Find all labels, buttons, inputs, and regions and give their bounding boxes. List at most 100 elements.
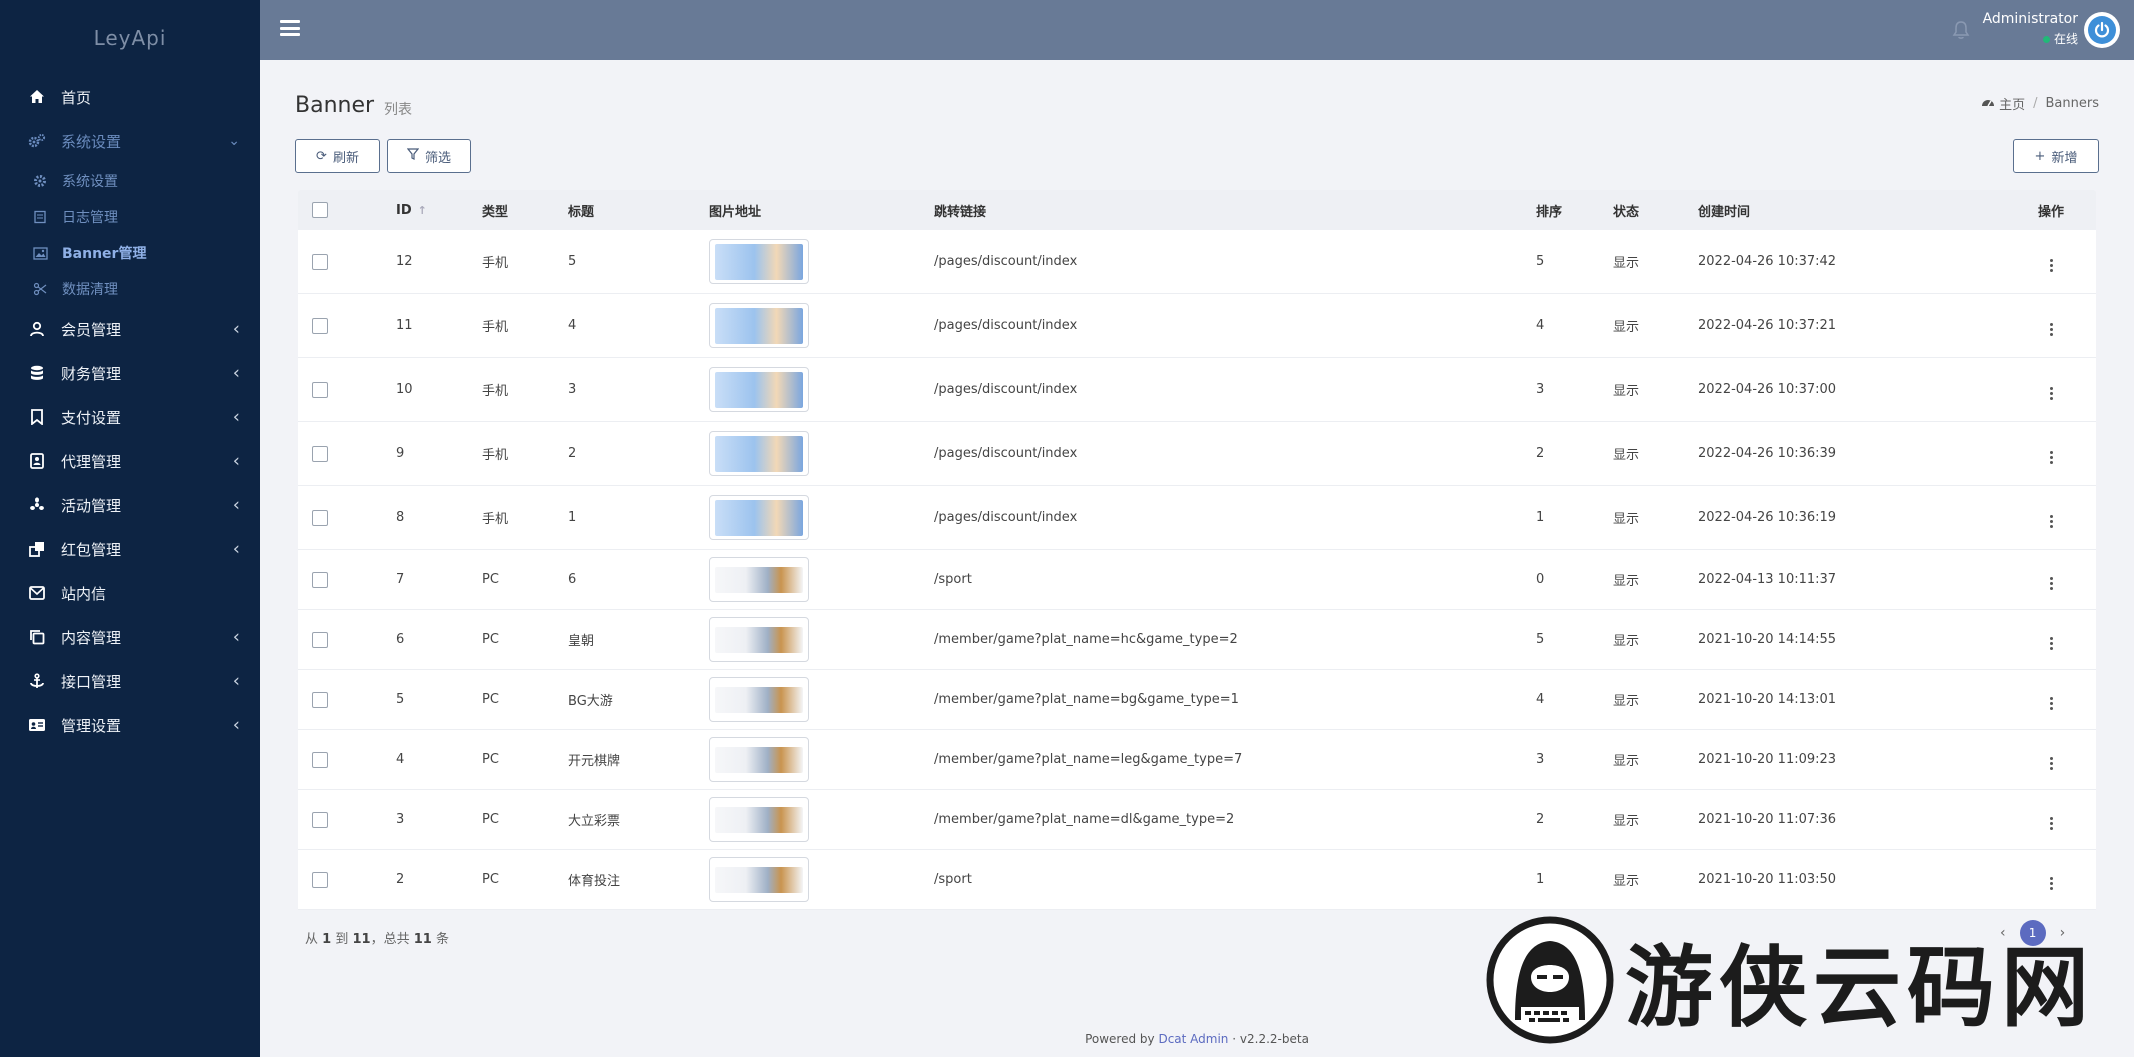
sidebar-item-label: 首页 bbox=[61, 88, 92, 107]
sort-arrow-icon[interactable]: ↑ bbox=[418, 204, 427, 217]
row-checkbox[interactable] bbox=[312, 691, 328, 708]
more-actions-icon[interactable] bbox=[2049, 323, 2053, 336]
refresh-button[interactable]: ⟳ 刷新 bbox=[295, 139, 380, 173]
row-checkbox[interactable] bbox=[312, 253, 328, 270]
row-checkbox[interactable] bbox=[312, 317, 328, 334]
banner-thumbnail[interactable] bbox=[709, 677, 809, 722]
agent-icon bbox=[28, 452, 46, 470]
banner-thumbnail[interactable] bbox=[709, 557, 809, 602]
sidebar-subitem-logs[interactable]: 日志管理 bbox=[0, 199, 260, 235]
cell-created: 2022-04-26 10:36:19 bbox=[1698, 510, 1837, 525]
row-checkbox[interactable] bbox=[312, 509, 328, 526]
row-checkbox[interactable] bbox=[312, 631, 328, 648]
table-row[interactable]: 6 PC 皇朝/member/game?plat_name=hc&game_type… bbox=[298, 610, 2096, 670]
more-actions-icon[interactable] bbox=[2049, 877, 2053, 890]
cell-title: 4 bbox=[568, 318, 577, 333]
table-header: ID ↑ 类型 标题 图片地址 跳转链接 排序 状态 创建时间 操作 bbox=[298, 190, 2096, 230]
image-icon bbox=[32, 245, 48, 261]
avatar[interactable] bbox=[2084, 12, 2120, 48]
more-actions-icon[interactable] bbox=[2049, 515, 2053, 528]
banner-thumbnail[interactable] bbox=[709, 367, 809, 412]
sidebar-item-content[interactable]: 内容管理 ‹ bbox=[0, 615, 260, 659]
cell-created: 2021-10-20 14:13:01 bbox=[1698, 692, 1837, 707]
sidebar-item-messages[interactable]: 站内信 bbox=[0, 571, 260, 615]
cell-id: 4 bbox=[396, 752, 405, 767]
sidebar-item-activities[interactable]: 活动管理 ‹ bbox=[0, 483, 260, 527]
sidebar-subitem-banner[interactable]: Banner管理 bbox=[0, 235, 260, 271]
main-content: Banner 列表 主页 / Banners ⟳ 刷新 筛选 + 新增 ID ↑ … bbox=[260, 60, 2134, 1057]
sidebar-item-red-packets[interactable]: 红包管理 ‹ bbox=[0, 527, 260, 571]
row-checkbox[interactable] bbox=[312, 751, 328, 768]
column-header-type: 类型 bbox=[482, 204, 509, 220]
more-actions-icon[interactable] bbox=[2049, 757, 2053, 770]
user-menu[interactable]: Administrator 在线 bbox=[1983, 11, 2078, 47]
table-row[interactable]: 4 PC 开元棋牌/member/game?plat_name=leg&game_t… bbox=[298, 730, 2096, 790]
column-header-id[interactable]: ID ↑ bbox=[396, 203, 482, 218]
row-checkbox[interactable] bbox=[312, 871, 328, 888]
row-checkbox[interactable] bbox=[312, 445, 328, 462]
bell-icon[interactable] bbox=[1952, 20, 1970, 40]
banner-thumbnail[interactable] bbox=[709, 239, 809, 284]
banner-thumbnail[interactable] bbox=[709, 857, 809, 902]
more-actions-icon[interactable] bbox=[2049, 259, 2053, 272]
sidebar-item-api[interactable]: 接口管理 ‹ bbox=[0, 659, 260, 703]
dcat-admin-link[interactable]: Dcat Admin bbox=[1158, 1032, 1228, 1046]
filter-button[interactable]: 筛选 bbox=[387, 139, 471, 173]
select-all-checkbox[interactable] bbox=[312, 202, 328, 218]
more-actions-icon[interactable] bbox=[2049, 697, 2053, 710]
table-row[interactable]: 5 PC BG大游/member/game?plat_name=bg&game_ty… bbox=[298, 670, 2096, 730]
cell-link: /member/game?plat_name=dl&game_type=2 bbox=[934, 812, 1235, 827]
more-actions-icon[interactable] bbox=[2049, 577, 2053, 590]
add-button[interactable]: + 新增 bbox=[2013, 139, 2099, 173]
more-actions-icon[interactable] bbox=[2049, 637, 2053, 650]
banner-thumbnail[interactable] bbox=[709, 431, 809, 476]
cell-id: 3 bbox=[396, 812, 405, 827]
more-actions-icon[interactable] bbox=[2049, 817, 2053, 830]
sidebar-subitem-system-settings[interactable]: 系统设置 bbox=[0, 163, 260, 199]
row-checkbox[interactable] bbox=[312, 571, 328, 588]
cell-title: 开元棋牌 bbox=[568, 754, 621, 769]
table-row[interactable]: 10 手机 3/pages/discount/index 3 显示 2022-04-26 … bbox=[298, 358, 2096, 422]
row-checkbox[interactable] bbox=[312, 381, 328, 398]
sidebar-item-agents[interactable]: 代理管理 ‹ bbox=[0, 439, 260, 483]
table-row[interactable]: 9 手机 2/pages/discount/index 2 显示 2022-04-26 1… bbox=[298, 422, 2096, 486]
banner-image bbox=[715, 243, 803, 280]
cell-status: 显示 bbox=[1613, 320, 1640, 335]
submenu-system-settings: 系统设置 日志管理 Banner管理 数据清理 bbox=[0, 163, 260, 307]
menu-toggle-icon[interactable] bbox=[280, 17, 300, 39]
sidebar-item-label: 会员管理 bbox=[61, 320, 122, 339]
top-navbar: Administrator 在线 bbox=[260, 0, 2134, 60]
table-row[interactable]: 7 PC 6/sport 0 显示 2022-04-13 10:11:37 bbox=[298, 550, 2096, 610]
table-row[interactable]: 8 手机 1/pages/discount/index 1 显示 2022-04-26 1… bbox=[298, 486, 2096, 550]
sidebar-subitem-data-cleanup[interactable]: 数据清理 bbox=[0, 271, 260, 307]
banner-thumbnail[interactable] bbox=[709, 495, 809, 540]
scissors-icon bbox=[32, 281, 48, 297]
banner-thumbnail[interactable] bbox=[709, 617, 809, 662]
sidebar-item-finance[interactable]: 财务管理 ‹ bbox=[0, 351, 260, 395]
sidebar-item-label: 数据清理 bbox=[62, 282, 118, 298]
sidebar-item-label: 红包管理 bbox=[61, 540, 122, 559]
sidebar-item-members[interactable]: 会员管理 ‹ bbox=[0, 307, 260, 351]
banner-thumbnail[interactable] bbox=[709, 797, 809, 842]
table-row[interactable]: 12 手机 5/pages/discount/index 5 显示 2022-04-26 … bbox=[298, 230, 2096, 294]
table-row[interactable]: 3 PC 大立彩票/member/game?plat_name=dl&game_ty… bbox=[298, 790, 2096, 850]
column-header-title: 标题 bbox=[568, 204, 595, 220]
user-icon bbox=[28, 320, 46, 338]
breadcrumb-home-link[interactable]: 主页 bbox=[1999, 94, 2025, 113]
table-row[interactable]: 2 PC 体育投注/sport 1 显示 2021-10-20 11:03:50 bbox=[298, 850, 2096, 910]
sidebar-item-label: 内容管理 bbox=[61, 628, 122, 647]
sidebar-item-home[interactable]: 首页 bbox=[0, 75, 260, 119]
sidebar-item-admin-settings[interactable]: 管理设置 ‹ bbox=[0, 703, 260, 747]
table-row[interactable]: 11 手机 4/pages/discount/index 4 显示 2022-04-26 … bbox=[298, 294, 2096, 358]
cell-link: /pages/discount/index bbox=[934, 510, 1078, 525]
sidebar-item-system-settings[interactable]: 系统设置 ⌄ bbox=[0, 119, 260, 163]
app-brand[interactable]: LeyApi bbox=[0, 0, 260, 75]
banner-thumbnail[interactable] bbox=[709, 303, 809, 348]
more-actions-icon[interactable] bbox=[2049, 387, 2053, 400]
banner-thumbnail[interactable] bbox=[709, 737, 809, 782]
cell-status: 显示 bbox=[1613, 512, 1640, 527]
sidebar-item-payment[interactable]: 支付设置 ‹ bbox=[0, 395, 260, 439]
row-checkbox[interactable] bbox=[312, 811, 328, 828]
more-actions-icon[interactable] bbox=[2049, 451, 2053, 464]
cell-type: 手机 bbox=[482, 320, 509, 335]
